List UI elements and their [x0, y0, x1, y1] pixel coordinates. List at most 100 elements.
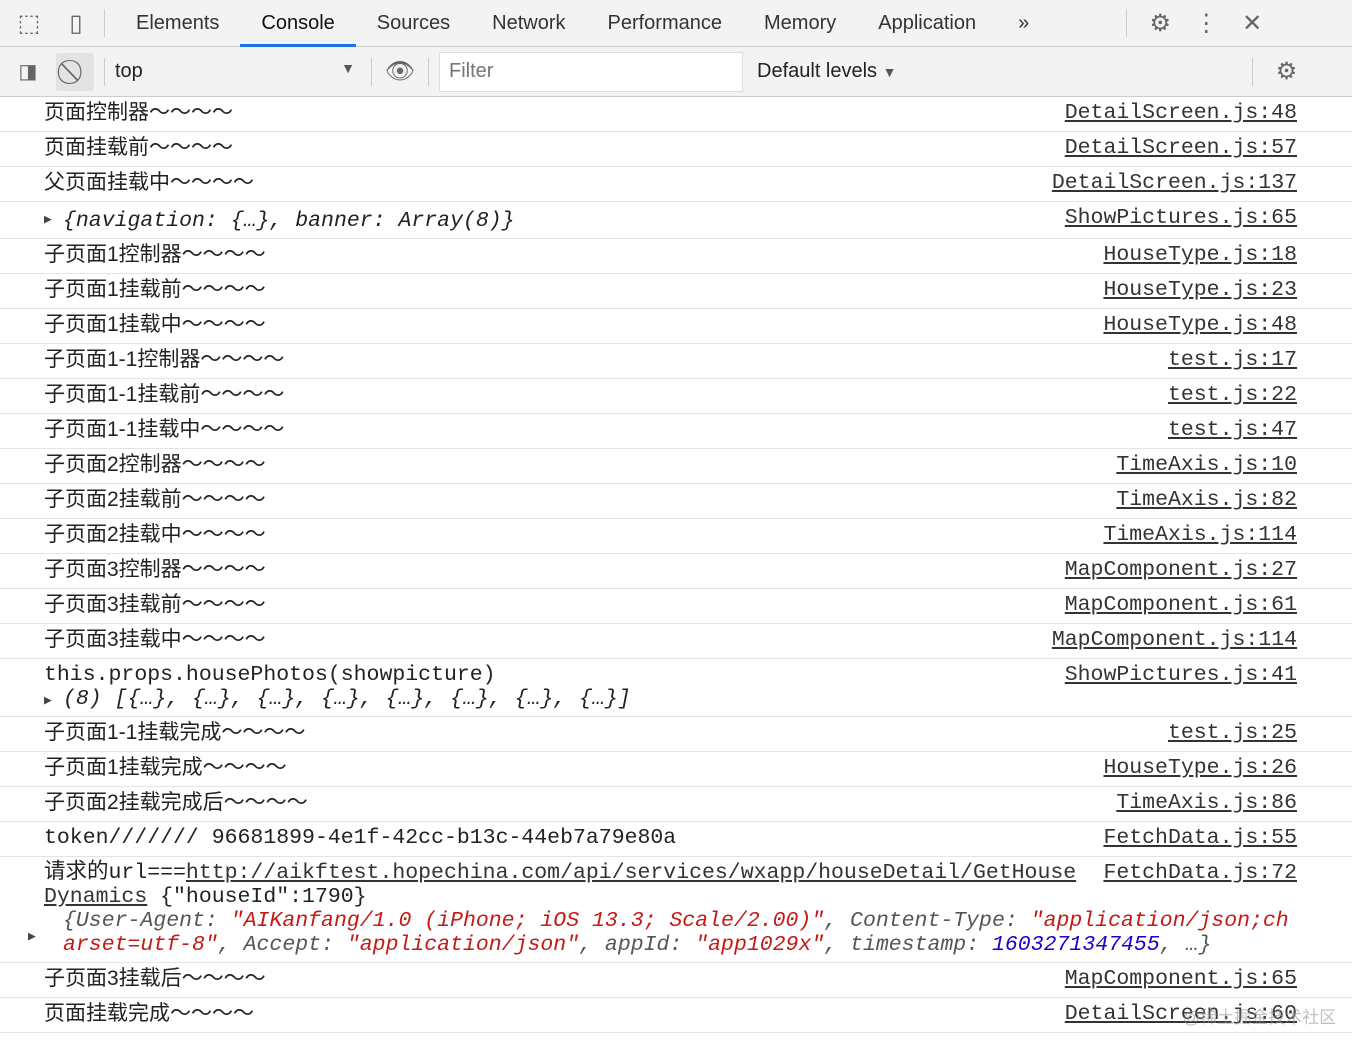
console-message: test.js:25 子页面1-1挂载完成～～～～ [0, 717, 1352, 752]
url-prefix: 请求的url=== [44, 861, 186, 885]
message-text: 子页面1-1挂载前～～～～ [44, 383, 285, 406]
object-key: , timestamp: [824, 933, 992, 957]
tab-elements[interactable]: Elements [115, 0, 240, 47]
console-message: MapComponent.js:61 子页面3挂载前～～～～ [0, 589, 1352, 624]
more-tabs-button[interactable]: » [997, 0, 1050, 47]
console-message: test.js:47 子页面1-1挂载中～～～～ [0, 414, 1352, 449]
console-message: MapComponent.js:27 子页面3控制器～～～～ [0, 554, 1352, 589]
message-text: 父页面挂载中～～～～ [44, 171, 254, 194]
console-message: DetailScreen.js:137 父页面挂载中～～～～ [0, 167, 1352, 202]
more-options-icon[interactable]: ⋮ [1183, 9, 1229, 38]
source-link[interactable]: ShowPictures.js:41 [1065, 663, 1297, 687]
object-string-value: "application/json" [346, 933, 580, 957]
tab-sources[interactable]: Sources [356, 0, 471, 47]
log-levels-dropdown[interactable]: Default levels ▼ [757, 60, 896, 83]
console-message: HouseType.js:18 子页面1控制器～～～～ [0, 239, 1352, 274]
object-key: , appId: [579, 933, 696, 957]
source-link[interactable]: DetailScreen.js:57 [1065, 136, 1297, 160]
console-settings-gear-icon[interactable]: ⚙ [1263, 57, 1309, 86]
source-link[interactable]: test.js:25 [1168, 721, 1297, 745]
expand-triangle-icon[interactable]: ▶ [28, 925, 36, 949]
console-message: TimeAxis.js:10 子页面2控制器～～～～ [0, 449, 1352, 484]
source-link[interactable]: DetailScreen.js:48 [1065, 101, 1297, 125]
console-message: TimeAxis.js:114 子页面2挂载中～～～～ [0, 519, 1352, 554]
message-text: 子页面3挂载后～～～～ [44, 967, 266, 990]
source-link[interactable]: MapComponent.js:61 [1065, 593, 1297, 617]
device-toolbar-icon[interactable]: ▯ [58, 9, 94, 38]
object-preview: {navigation: {…}, banner: Array(8)} [63, 209, 515, 233]
tab-application[interactable]: Application [857, 0, 997, 47]
source-link[interactable]: TimeAxis.js:114 [1103, 523, 1297, 547]
object-key: , Accept: [217, 933, 347, 957]
object-number-value: 1603271347455 [992, 933, 1160, 957]
source-link[interactable]: TimeAxis.js:86 [1116, 791, 1297, 815]
log-levels-label: Default levels [757, 60, 878, 82]
tab-performance[interactable]: Performance [587, 0, 744, 47]
source-link[interactable]: HouseType.js:23 [1103, 278, 1297, 302]
expandable-object[interactable]: ▶ {User-Agent: "AIKanfang/1.0 (iPhone; iO… [28, 909, 1297, 957]
console-message: HouseType.js:26 子页面1挂载完成～～～～ [0, 752, 1352, 787]
live-expression-eye-icon[interactable]: 👁 [382, 57, 418, 86]
close-icon[interactable]: ✕ [1229, 9, 1275, 38]
tab-console[interactable]: Console [240, 0, 356, 47]
request-body: {"houseId":1790} [147, 885, 367, 909]
message-text: 子页面3挂载前～～～～ [44, 593, 266, 616]
source-link[interactable]: MapComponent.js:27 [1065, 558, 1297, 582]
divider [428, 57, 429, 86]
console-message: DetailScreen.js:57 页面挂载前～～～～ [0, 132, 1352, 167]
tab-list: Elements Console Sources Network Performance… [115, 0, 997, 47]
console-message: ShowPictures.js:65 ▶ {navigation: {…}, ban… [0, 202, 1352, 239]
source-link[interactable]: test.js:22 [1168, 383, 1297, 407]
source-link[interactable]: test.js:47 [1168, 418, 1297, 442]
source-link[interactable]: FetchData.js:55 [1103, 826, 1297, 850]
tab-network[interactable]: Network [471, 0, 586, 47]
console-message: DetailScreen.js:60 页面挂载完成～～～～ [0, 998, 1352, 1033]
message-text: 页面控制器～～～～ [44, 101, 233, 124]
console-message: FetchData.js:55 token/////// 96681899-4e1… [0, 822, 1352, 857]
source-link[interactable]: HouseType.js:48 [1103, 313, 1297, 337]
source-link[interactable]: test.js:17 [1168, 348, 1297, 372]
context-label: top [115, 60, 143, 82]
source-link[interactable]: MapComponent.js:114 [1052, 628, 1297, 652]
tab-memory[interactable]: Memory [743, 0, 857, 47]
source-link[interactable]: DetailScreen.js:137 [1052, 171, 1297, 195]
message-text: 子页面2控制器～～～～ [44, 453, 266, 476]
message-text: 子页面3控制器～～～～ [44, 558, 266, 581]
clear-console-icon[interactable]: ⃠ [56, 52, 94, 91]
source-link[interactable]: HouseType.js:18 [1103, 243, 1297, 267]
console-message: HouseType.js:23 子页面1挂载前～～～～ [0, 274, 1352, 309]
filter-input[interactable] [439, 51, 743, 92]
source-link[interactable]: FetchData.js:72 [1103, 861, 1297, 885]
source-link[interactable]: HouseType.js:26 [1103, 756, 1297, 780]
message-text: 页面挂载前～～～～ [44, 136, 233, 159]
message-text: 页面挂载完成～～～～ [44, 1002, 254, 1025]
inspect-element-icon[interactable]: ⬚ [0, 9, 58, 38]
object-string-value: "AIKanfang/1.0 (iPhone; iOS 13.3; Scale/… [230, 909, 825, 933]
message-text: 子页面1挂载前～～～～ [44, 278, 266, 301]
source-link[interactable]: TimeAxis.js:82 [1116, 488, 1297, 512]
divider [104, 57, 105, 86]
expandable-object[interactable]: ▶ {navigation: {…}, banner: Array(8)} [44, 206, 1297, 233]
message-text: 子页面1-1挂载完成～～～～ [44, 721, 306, 744]
message-text: 子页面1挂载中～～～～ [44, 313, 266, 336]
console-messages: DetailScreen.js:48 页面控制器～～～～ DetailScreen.… [0, 97, 1352, 1033]
message-text: 子页面2挂载完成后～～～～ [44, 791, 308, 814]
console-message: ShowPictures.js:41 this.props.housePhotos… [0, 659, 1352, 717]
devtools-tabbar: ⬚ ▯ Elements Console Sources Network Perform… [0, 0, 1352, 47]
dropdown-arrow-icon: ▼ [341, 60, 355, 76]
message-text: 子页面2挂载前～～～～ [44, 488, 266, 511]
message-text: 子页面1控制器～～～～ [44, 243, 266, 266]
sidebar-toggle-icon[interactable]: ◨ [0, 59, 56, 84]
source-link[interactable]: TimeAxis.js:10 [1116, 453, 1297, 477]
console-toolbar: ◨ ⃠ top ▼ 👁 Default levels ▼ ⚙ [0, 47, 1352, 97]
divider [1252, 57, 1254, 86]
settings-gear-icon[interactable]: ⚙ [1137, 9, 1183, 38]
expandable-object[interactable]: ▶ (8) [{…}, {…}, {…}, {…}, {…}, {…}, {…},… [44, 687, 1297, 711]
expand-triangle-icon[interactable]: ▶ [44, 689, 52, 713]
expand-triangle-icon[interactable]: ▶ [44, 208, 52, 232]
source-link[interactable]: MapComponent.js:65 [1065, 967, 1297, 991]
divider [104, 9, 105, 37]
context-selector[interactable]: top ▼ [115, 60, 355, 83]
divider [1126, 9, 1128, 37]
console-message: HouseType.js:48 子页面1挂载中～～～～ [0, 309, 1352, 344]
